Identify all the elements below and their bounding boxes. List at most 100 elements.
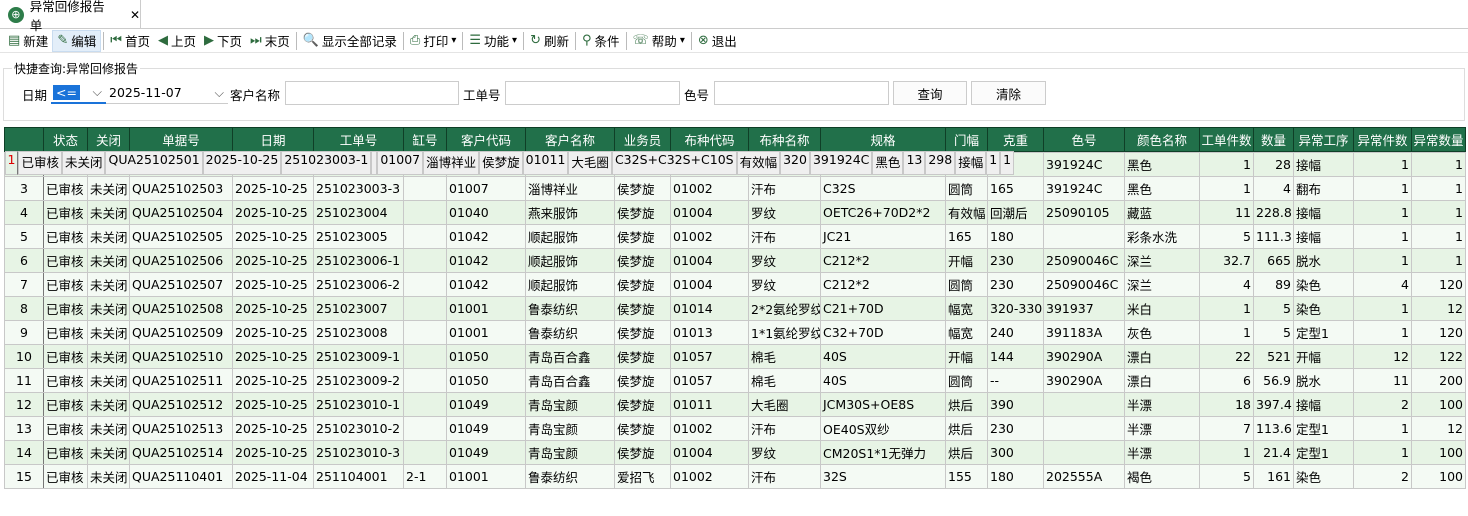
table-row[interactable]: 14 已审核 未关闭 QUA25102514 2025-10-25 251023010-3… <box>4 440 1466 465</box>
table-cell[interactable]: 开幅 <box>945 344 988 369</box>
table-cell[interactable]: 烘后 <box>945 416 988 441</box>
table-cell[interactable]: 251023006-1 <box>313 248 404 273</box>
table-cell[interactable]: 1 <box>986 151 1001 175</box>
table-cell[interactable]: 开幅 <box>1293 344 1354 369</box>
column-header[interactable]: 规格 <box>820 127 946 152</box>
table-cell[interactable]: 390 <box>987 392 1044 417</box>
table-cell[interactable]: QUA25110401 <box>129 464 233 489</box>
table-cell[interactable]: 320 <box>780 151 810 175</box>
table-cell[interactable]: 251023009-1 <box>313 344 404 369</box>
table-cell[interactable]: 113.6 <box>1253 416 1294 441</box>
table-cell[interactable]: 已审核 <box>43 344 88 369</box>
row-number[interactable]: 11 <box>4 368 44 393</box>
table-cell[interactable]: 1 <box>1353 320 1412 345</box>
table-cell[interactable]: 01050 <box>446 368 526 393</box>
table-cell[interactable]: 2025-10-25 <box>232 320 314 345</box>
table-cell[interactable]: QUA25102506 <box>129 248 233 273</box>
table-cell[interactable]: 251023004 <box>313 200 404 225</box>
row-number[interactable]: 8 <box>4 296 44 321</box>
table-cell[interactable]: 251023007 <box>313 296 404 321</box>
table-cell[interactable] <box>403 296 447 321</box>
table-cell[interactable]: QUA25102511 <box>129 368 233 393</box>
table-cell[interactable]: 1 <box>1411 248 1466 273</box>
table-cell[interactable]: 120 <box>1411 320 1466 345</box>
table-cell[interactable]: 2025-10-25 <box>232 200 314 225</box>
table-cell[interactable]: 1*1氨纶罗纹 <box>748 320 821 345</box>
table-cell[interactable]: 155 <box>945 464 988 489</box>
table-cell[interactable]: 半漂 <box>1124 392 1200 417</box>
table-cell[interactable]: 01011 <box>522 151 569 175</box>
table-cell[interactable]: 圆筒 <box>945 272 988 297</box>
table-cell[interactable]: 侯梦旋 <box>614 320 671 345</box>
table-cell[interactable]: 12 <box>1353 344 1412 369</box>
table-cell[interactable]: 汗布 <box>748 176 821 201</box>
table-cell[interactable]: 幅宽 <box>945 296 988 321</box>
row-number[interactable]: 1 <box>4 151 19 175</box>
row-number[interactable]: 13 <box>4 416 44 441</box>
show-all-button[interactable]: 🔍 显示全部记录 <box>299 30 401 52</box>
table-cell[interactable]: 5 <box>1199 464 1254 489</box>
table-cell[interactable]: 6 <box>1199 368 1254 393</box>
table-cell[interactable]: 22 <box>1199 344 1254 369</box>
table-cell[interactable]: 2 <box>1353 392 1412 417</box>
color-no-input[interactable] <box>714 81 889 105</box>
table-cell[interactable]: 2025-10-25 <box>232 224 314 249</box>
table-cell[interactable]: 深兰 <box>1124 248 1200 273</box>
table-cell[interactable]: QUA25102510 <box>129 344 233 369</box>
table-cell[interactable]: 青岛宝颜 <box>525 392 615 417</box>
table-cell[interactable]: 2025-10-25 <box>232 272 314 297</box>
table-cell[interactable]: 青岛百合鑫 <box>525 368 615 393</box>
column-header[interactable]: 色号 <box>1043 127 1125 152</box>
table-cell[interactable]: 1 <box>1199 440 1254 465</box>
table-cell[interactable]: C212*2 <box>820 248 946 273</box>
table-cell[interactable]: 淄博祥业 <box>525 176 615 201</box>
table-cell[interactable]: 665 <box>1253 248 1294 273</box>
table-cell[interactable]: 开幅 <box>945 248 988 273</box>
table-cell[interactable]: 棉毛 <box>748 368 821 393</box>
table-cell[interactable]: 2*2氨纶罗纹 <box>748 296 821 321</box>
table-cell[interactable]: 11 <box>1353 368 1412 393</box>
table-cell[interactable]: 1 <box>1353 248 1412 273</box>
table-cell[interactable] <box>403 440 447 465</box>
row-number[interactable]: 10 <box>4 344 44 369</box>
table-cell[interactable]: 25090105 <box>1043 200 1125 225</box>
table-cell[interactable]: 侯梦旋 <box>614 392 671 417</box>
table-cell[interactable]: 已审核 <box>43 392 88 417</box>
refresh-button[interactable]: ↻ 刷新 <box>526 30 573 52</box>
table-cell[interactable]: 1 <box>1199 296 1254 321</box>
table-cell[interactable]: 521 <box>1253 344 1294 369</box>
table-cell[interactable]: 4 <box>1353 272 1412 297</box>
table-cell[interactable]: 320-330 <box>987 296 1044 321</box>
table-cell[interactable]: OE40S双纱 <box>820 416 946 441</box>
table-cell[interactable]: 251023009-2 <box>313 368 404 393</box>
table-cell[interactable]: 01001 <box>446 296 526 321</box>
table-cell[interactable]: 40S <box>820 344 946 369</box>
table-cell[interactable]: 298 <box>925 151 956 175</box>
table-cell[interactable]: 228.8 <box>1253 200 1294 225</box>
table-cell[interactable]: 未关闭 <box>87 464 130 489</box>
table-cell[interactable]: 已审核 <box>43 296 88 321</box>
table-row[interactable]: 11 已审核 未关闭 QUA25102511 2025-10-25 251023009-2… <box>4 368 1466 393</box>
table-cell[interactable]: 01040 <box>446 200 526 225</box>
table-cell[interactable] <box>403 392 447 417</box>
table-cell[interactable]: C32S+C32S+C10S <box>611 151 737 175</box>
table-cell[interactable]: 251023010-3 <box>313 440 404 465</box>
table-row[interactable]: 5 已审核 未关闭 QUA25102505 2025-10-25 251023005 010… <box>4 224 1466 249</box>
table-cell[interactable]: 燕来服饰 <box>525 200 615 225</box>
table-cell[interactable]: QUA25102513 <box>129 416 233 441</box>
table-cell[interactable]: 未关闭 <box>87 200 130 225</box>
table-cell[interactable]: 回潮后 <box>987 200 1044 225</box>
table-cell[interactable] <box>403 344 447 369</box>
table-cell[interactable]: QUA25102508 <box>129 296 233 321</box>
condition-button[interactable]: ⚲ 条件 <box>578 30 624 52</box>
table-cell[interactable]: 1 <box>1353 152 1412 177</box>
row-number[interactable]: 14 <box>4 440 44 465</box>
table-cell[interactable] <box>403 272 447 297</box>
table-cell[interactable]: 165 <box>987 176 1044 201</box>
table-cell[interactable]: 青岛宝颜 <box>525 416 615 441</box>
table-cell[interactable]: QUA25102503 <box>129 176 233 201</box>
table-cell[interactable]: 褐色 <box>1124 464 1200 489</box>
table-cell[interactable]: 黑色 <box>1124 176 1200 201</box>
column-header[interactable]: 缸号 <box>403 127 447 152</box>
table-cell[interactable]: C32S <box>820 176 946 201</box>
